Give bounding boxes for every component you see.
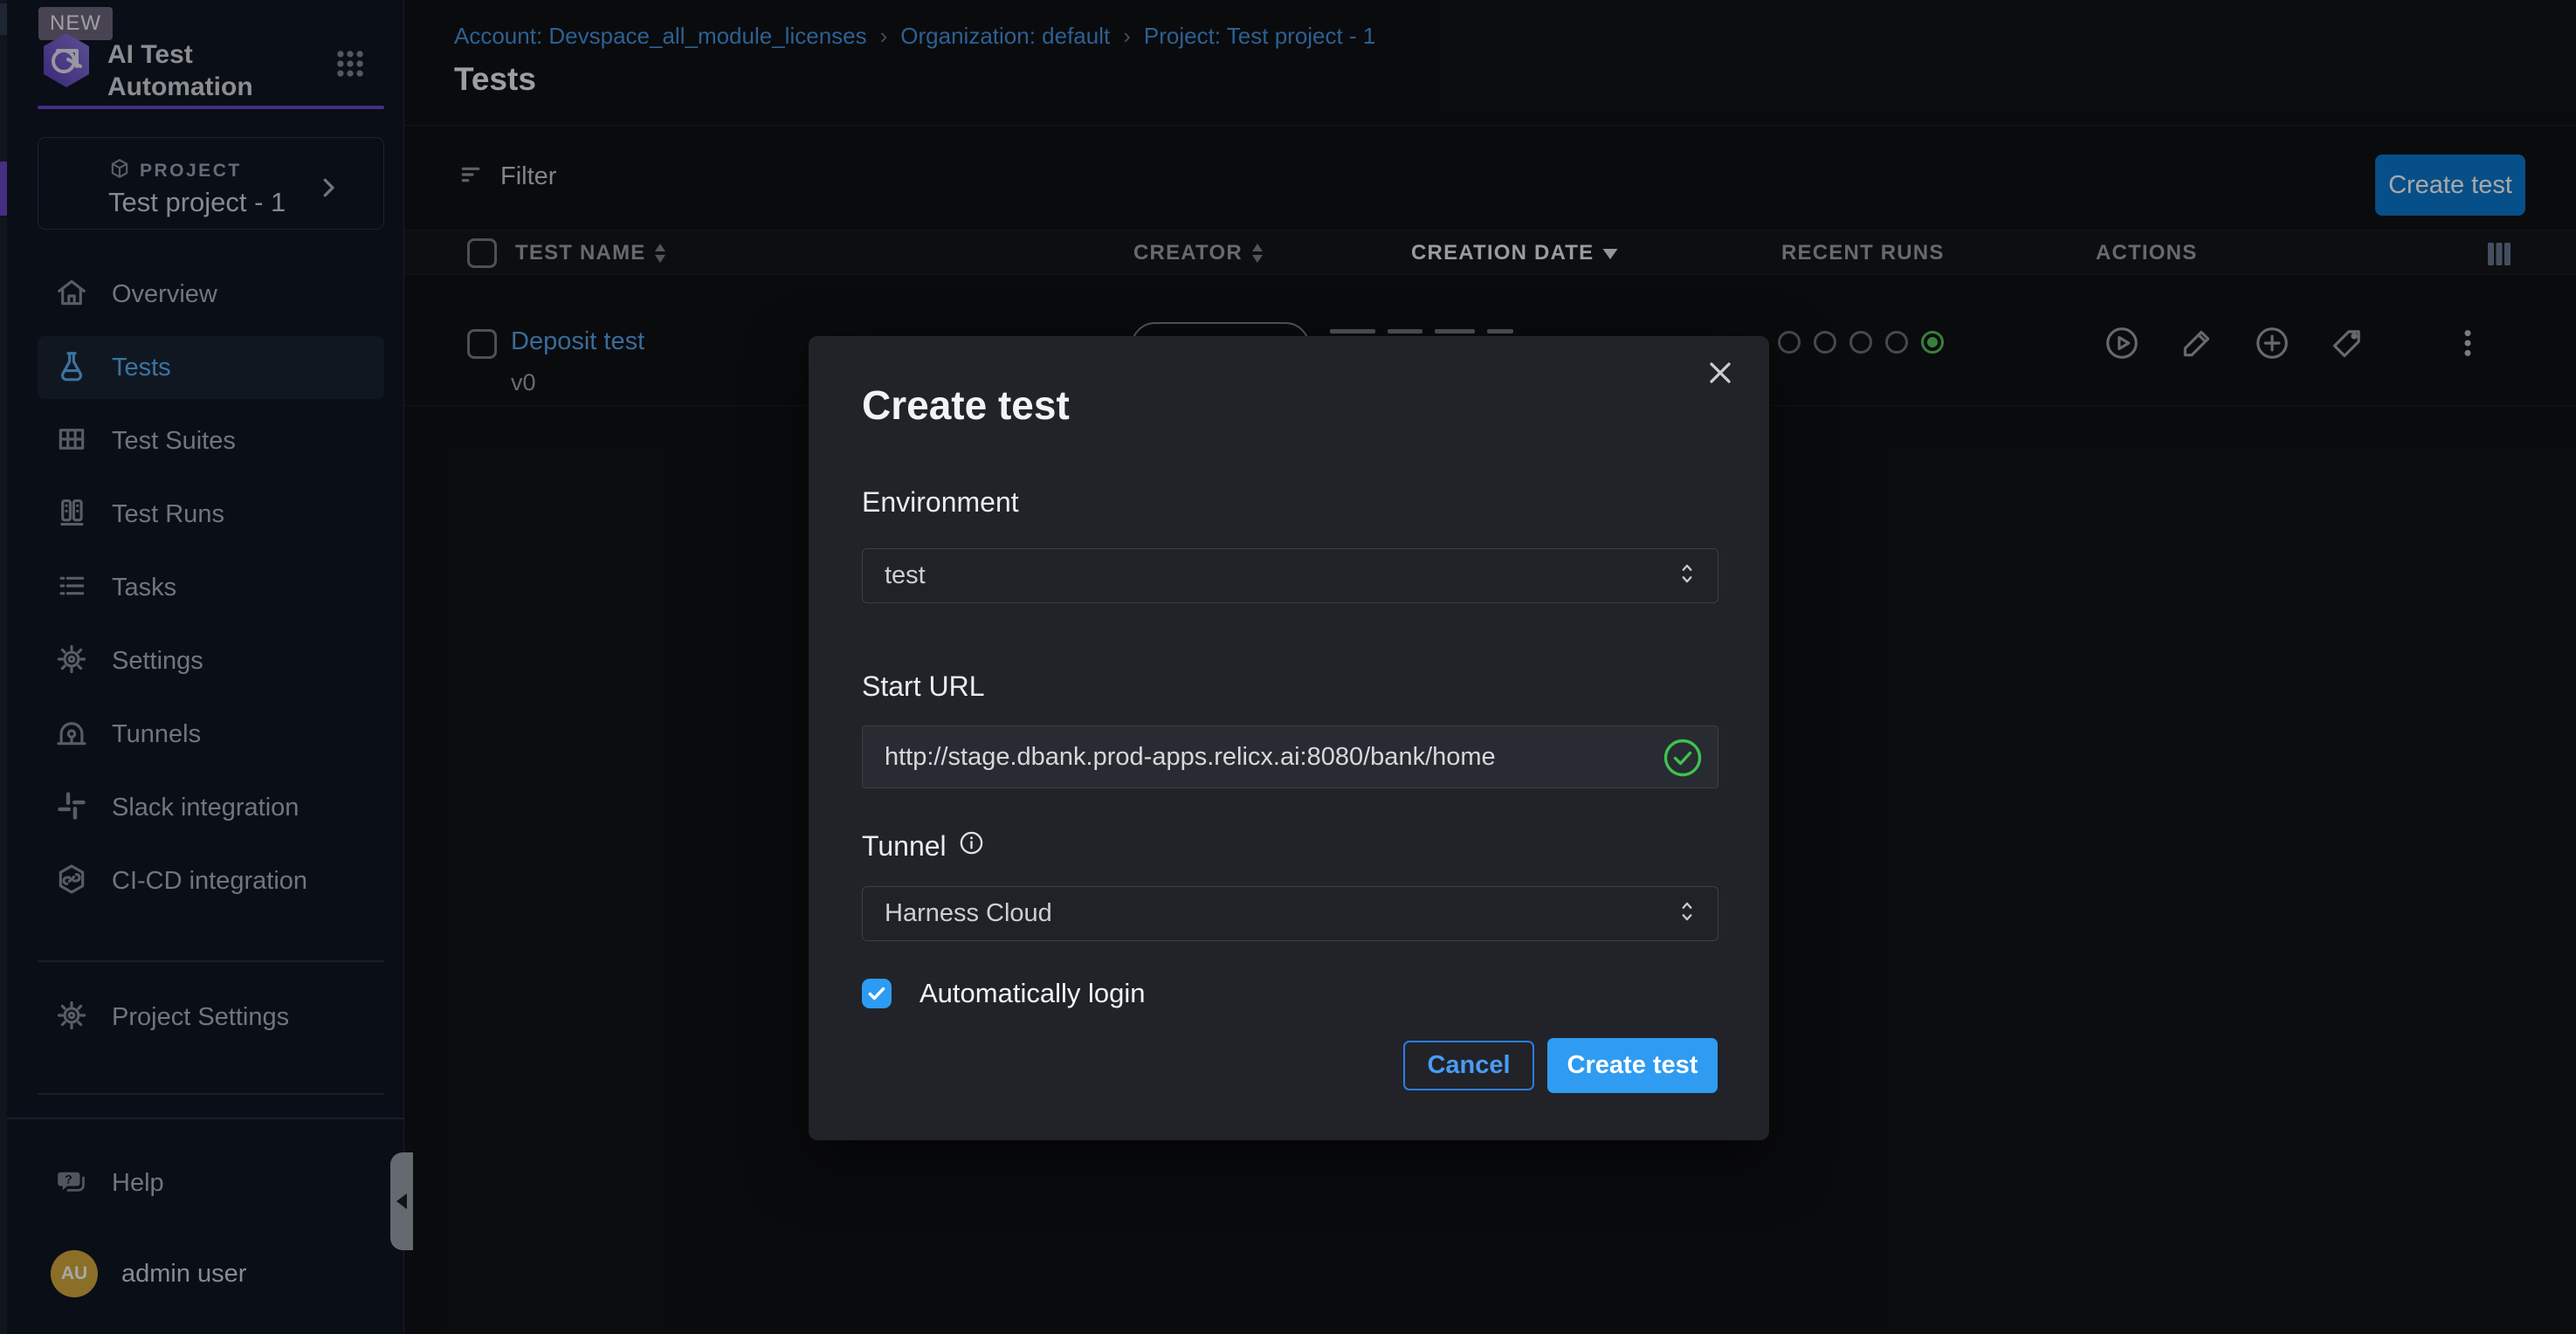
start-url-label: Start URL xyxy=(862,670,984,703)
modal-create-test-button[interactable]: Create test xyxy=(1547,1038,1718,1093)
tunnel-select[interactable]: Harness Cloud xyxy=(862,886,1718,941)
close-icon[interactable] xyxy=(1699,352,1741,394)
cancel-button[interactable]: Cancel xyxy=(1403,1041,1534,1090)
select-chevrons-icon xyxy=(1676,898,1698,929)
auto-login-row: Automatically login xyxy=(862,978,1145,1009)
info-icon[interactable] xyxy=(958,829,985,863)
environment-label: Environment xyxy=(862,486,1019,519)
environment-select[interactable]: test xyxy=(862,548,1718,603)
select-chevrons-icon xyxy=(1676,560,1698,591)
url-valid-check-icon xyxy=(1663,738,1703,782)
create-test-modal: Create test Environment test Start URL T… xyxy=(809,336,1769,1140)
auto-login-label: Automatically login xyxy=(920,978,1145,1009)
tunnel-label: Tunnel xyxy=(862,829,985,863)
auto-login-checkbox[interactable] xyxy=(862,979,892,1008)
modal-title: Create test xyxy=(862,382,1070,429)
start-url-input[interactable] xyxy=(862,725,1718,788)
